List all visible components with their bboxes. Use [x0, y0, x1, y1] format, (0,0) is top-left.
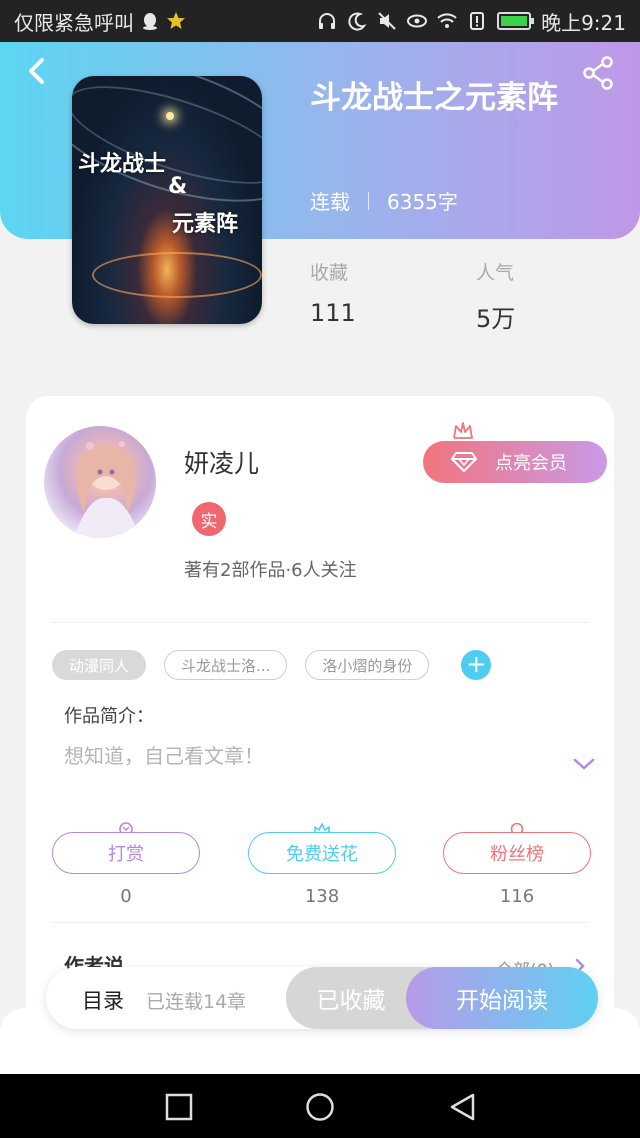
book-status: 连载 [310, 190, 350, 214]
tag-item[interactable]: 动漫同人 [52, 650, 147, 680]
stat-popularity: 人气 5万 [476, 258, 515, 334]
fans-action: 粉丝榜 116 [443, 822, 591, 907]
book-title: 斗龙战士之元素阵 [310, 80, 558, 116]
qq-icon [143, 13, 157, 30]
send-flower-button[interactable]: 免费送花 [248, 832, 396, 874]
vip-button[interactable]: 点亮会员 [423, 441, 607, 483]
home-icon[interactable] [305, 1092, 335, 1122]
tag-item[interactable]: 洛小熠的身份 [305, 650, 430, 680]
word-count: 6355字 [387, 190, 458, 214]
flower-action: 免费送花 138 [248, 823, 396, 907]
intro-label: 作品简介： [64, 706, 154, 727]
carrier-text: 仅限紧急呼叫 [14, 10, 134, 35]
cover-star-glow [166, 112, 174, 120]
moon-icon [348, 12, 367, 31]
author-name[interactable]: 妍凌儿 [184, 444, 259, 480]
chevron-down-icon[interactable] [572, 756, 596, 772]
avatar-illustration [74, 441, 140, 538]
reader-actions: 打赏 0 免费送花 138 粉丝榜 116 [52, 822, 591, 912]
divider [52, 922, 588, 923]
stat-label: 人气 [476, 262, 515, 284]
cover-title-line2: 元素阵 [172, 212, 239, 237]
cover-title-ampersand: & [168, 174, 188, 199]
system-nav-bar [0, 1074, 640, 1138]
tag-item[interactable]: 斗龙战士洛... [164, 650, 288, 680]
star-icon [167, 12, 185, 29]
tip-count: 0 [120, 886, 132, 907]
back-icon[interactable] [24, 56, 50, 86]
book-cover[interactable]: 斗龙战士 & 元素阵 [72, 76, 262, 324]
recents-icon[interactable] [164, 1092, 194, 1122]
stat-favorites: 收藏 111 [310, 258, 356, 327]
tip-action: 打赏 0 [52, 822, 200, 907]
tip-button[interactable]: 打赏 [52, 832, 200, 874]
toc-button[interactable]: 目录 [82, 985, 124, 1015]
cover-title-line1: 斗龙战士 [78, 152, 167, 177]
chapter-count: 已连载14章 [146, 991, 247, 1013]
verified-badge: 实 [192, 502, 226, 536]
nav-back-icon[interactable] [448, 1092, 478, 1122]
sim-alert-icon [470, 12, 485, 30]
headphones-icon [319, 13, 336, 29]
add-tag-button[interactable]: + [461, 650, 492, 680]
fans-ranking-button[interactable]: 粉丝榜 [443, 832, 591, 874]
stat-value: 5万 [476, 305, 516, 333]
meta-divider [368, 191, 369, 210]
wifi-icon [437, 13, 457, 28]
divider [52, 622, 588, 623]
diamond-icon [451, 452, 477, 472]
author-summary: 著有2部作品·6人关注 [184, 560, 357, 581]
start-reading-button[interactable]: 开始阅读 [406, 967, 598, 1029]
crown-icon [453, 422, 473, 439]
eye-icon [407, 14, 428, 28]
status-time: 晚上9:21 [541, 10, 626, 35]
battery-icon [497, 12, 535, 30]
stat-value: 111 [310, 299, 356, 327]
mute-icon [378, 12, 396, 30]
stat-label: 收藏 [310, 262, 349, 284]
status-bar: 仅限紧急呼叫 晚上9:21 [0, 0, 640, 42]
tag-list: 动漫同人 斗龙战士洛... 洛小熠的身份 + [52, 650, 492, 680]
vip-button-label: 点亮会员 [495, 453, 567, 474]
fans-count: 116 [499, 886, 535, 907]
author-avatar[interactable] [44, 426, 156, 538]
book-meta: 连载 6355字 [310, 186, 458, 215]
flower-count: 138 [304, 886, 340, 907]
bottom-action-bar: 目录 已连载14章 已收藏 开始阅读 [46, 967, 598, 1029]
intro-text: 想知道，自己看文章！ [64, 744, 264, 768]
